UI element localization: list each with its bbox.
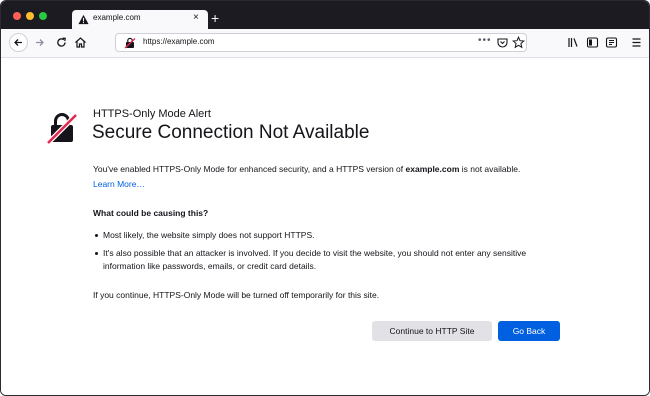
active-tab[interactable]: example.com ×	[72, 10, 208, 29]
maximize-window-button[interactable]	[39, 12, 47, 20]
insecure-lock-icon[interactable]	[124, 37, 136, 49]
learn-more-link[interactable]: Learn More…	[93, 179, 145, 189]
new-tab-button[interactable]: +	[211, 11, 219, 25]
back-button[interactable]	[9, 33, 28, 52]
close-window-button[interactable]	[13, 12, 21, 20]
home-icon[interactable]	[72, 34, 89, 51]
tab-bar: example.com × +	[1, 1, 649, 29]
broken-lock-icon	[46, 113, 78, 144]
continue-warning-text: If you continue, HTTPS-Only Mode will be…	[93, 290, 380, 300]
cause-bullet-2: It's also possible that an attacker is i…	[95, 247, 563, 273]
navigation-toolbar: https://example.com •••	[1, 29, 649, 58]
bookmark-star-icon[interactable]	[512, 36, 525, 49]
description-text-after: is not available.	[459, 164, 521, 174]
pocket-icon[interactable]	[496, 36, 509, 49]
alert-subtitle: HTTPS-Only Mode Alert	[93, 108, 211, 120]
go-back-button[interactable]: Go Back	[498, 321, 560, 341]
continue-to-http-button[interactable]: Continue to HTTP Site	[372, 321, 492, 341]
url-bar[interactable]: https://example.com •••	[115, 33, 527, 52]
cause-heading: What could be causing this?	[93, 208, 209, 218]
page-title: Secure Connection Not Available	[92, 122, 370, 143]
sidebar-icon[interactable]	[584, 34, 601, 51]
back-icon	[14, 39, 22, 46]
tab-title: example.com	[93, 13, 141, 22]
description-text-before: You've enabled HTTPS-Only Mode for enhan…	[93, 164, 406, 174]
page-actions-menu[interactable]: •••	[478, 35, 492, 46]
description-domain: example.com	[405, 164, 460, 174]
error-page: HTTPS-Only Mode Alert Secure Connection …	[1, 58, 649, 395]
url-text: https://example.com	[143, 37, 215, 46]
browser-window: example.com × + https://example.com ••• …	[0, 0, 650, 396]
warning-icon	[78, 14, 89, 25]
library-icon[interactable]	[565, 34, 582, 51]
description: You've enabled HTTPS-Only Mode for enhan…	[93, 164, 520, 174]
reload-icon[interactable]	[53, 34, 70, 51]
cause-bullet-1: Most likely, the website simply does not…	[94, 230, 315, 240]
menu-icon[interactable]	[628, 34, 645, 51]
forward-icon[interactable]	[32, 34, 49, 51]
tab-close-button[interactable]: ×	[193, 12, 199, 23]
minimize-window-button[interactable]	[26, 12, 34, 20]
extensions-icon[interactable]	[603, 34, 620, 51]
